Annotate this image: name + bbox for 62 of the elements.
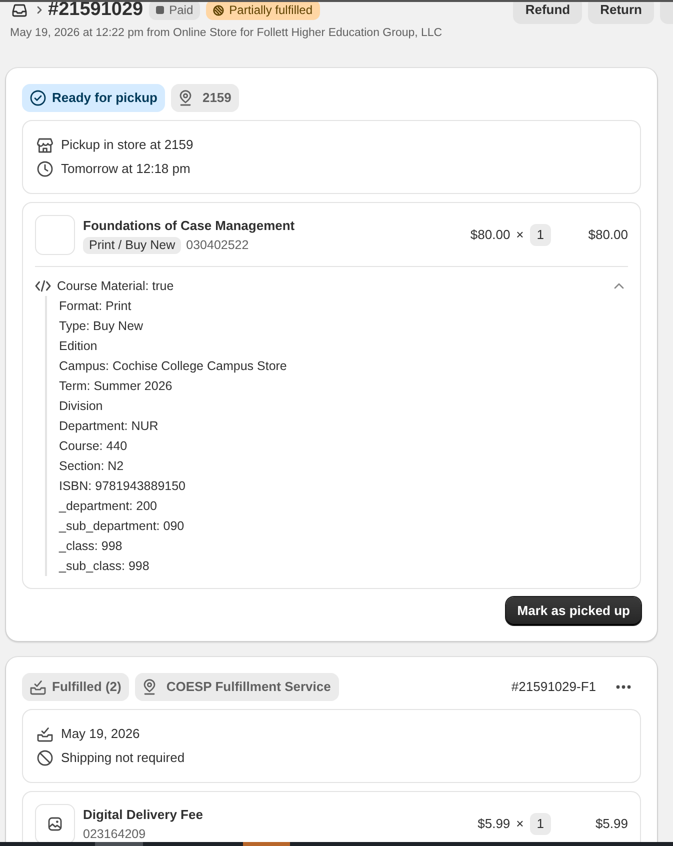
image-icon: [48, 817, 62, 831]
collapse-button[interactable]: [614, 283, 624, 289]
times-sign: ×: [516, 226, 524, 244]
property-text: Course Material: true: [57, 278, 174, 295]
product-title: Foundations of Case Management: [83, 217, 295, 235]
map-pin-icon: [179, 90, 192, 106]
fulfillment-id: #21591029-F1: [511, 678, 596, 696]
property-text: Course: 440: [59, 438, 128, 455]
unit-price: $80.00: [470, 226, 510, 244]
status-label: Ready for pickup: [52, 89, 158, 107]
property-text: _sub_class: 998: [59, 558, 150, 575]
property-text: Type: Buy New: [59, 318, 144, 335]
detail-text: May 19, 2026: [61, 725, 140, 743]
action-button[interactable]: Refund: [513, 0, 582, 24]
status-label: Fulfilled (2): [52, 678, 122, 696]
line-total: $5.99: [594, 815, 628, 833]
clock-icon: [37, 161, 53, 177]
tray-check-icon: [30, 680, 46, 694]
property-text: Department: NUR: [59, 418, 160, 435]
unit-price: $5.99: [478, 815, 510, 833]
line-total: $80.00: [587, 226, 628, 244]
detail-text: Pickup in store at 2159: [61, 136, 194, 154]
property-text: _sub_department: 090: [59, 518, 186, 535]
prohibited-icon: [37, 750, 53, 766]
property-text: Campus: Cochise College Campus Store: [59, 358, 288, 375]
property-text: Term: Summer 2026: [59, 378, 174, 395]
more-icon: [616, 685, 631, 689]
property-text: Format: Print: [59, 298, 132, 315]
detail-text: Shipping not required: [61, 749, 185, 767]
quantity-pill: 1: [530, 813, 551, 835]
property-text: Edition: [59, 338, 98, 355]
property-text: _department: 200: [59, 498, 158, 515]
order-number: #21591029: [48, 0, 144, 22]
property-text: ISBN: 9781943889150: [59, 478, 186, 495]
striped-circle-icon: [213, 4, 224, 16]
action-button[interactable]: [660, 0, 673, 24]
action-button[interactable]: Return: [588, 0, 654, 24]
property-text: _class: 998: [59, 538, 124, 555]
location-label: 2159: [202, 89, 232, 107]
quantity-pill: 1: [530, 224, 551, 246]
chevron-up-icon: [614, 283, 624, 289]
mark-picked-up-button[interactable]: Mark as picked up: [506, 597, 641, 625]
variant-tag: Print / Buy New: [83, 236, 182, 254]
tray-check-icon: [37, 726, 53, 742]
check-circle-icon: [30, 90, 46, 106]
status-label: Partially fulfilled: [229, 2, 313, 19]
times-sign: ×: [516, 815, 524, 833]
breadcrumb-chevron-icon: [37, 6, 42, 14]
sku-text: 030402522: [186, 237, 249, 254]
detail-text: Tomorrow at 12:18 pm: [61, 160, 190, 178]
location-label: COESP Fulfillment Service: [166, 678, 331, 696]
property-text: Division: [59, 398, 104, 415]
order-subtitle: May 19, 2026 at 12:22 pm from Online Store for Follett Higher Education Group, LLC: [9, 26, 444, 41]
store-icon: [37, 138, 53, 152]
property-text: Section: N2: [59, 458, 125, 475]
code-icon: [35, 280, 51, 292]
product-title: Digital Delivery Fee: [83, 806, 203, 824]
sku-text: 023164209: [83, 826, 146, 843]
inbox-icon[interactable]: [12, 4, 27, 16]
map-pin-icon: [143, 679, 156, 695]
thumbnail-placeholder: [35, 215, 75, 255]
status-label: Paid: [169, 2, 194, 19]
